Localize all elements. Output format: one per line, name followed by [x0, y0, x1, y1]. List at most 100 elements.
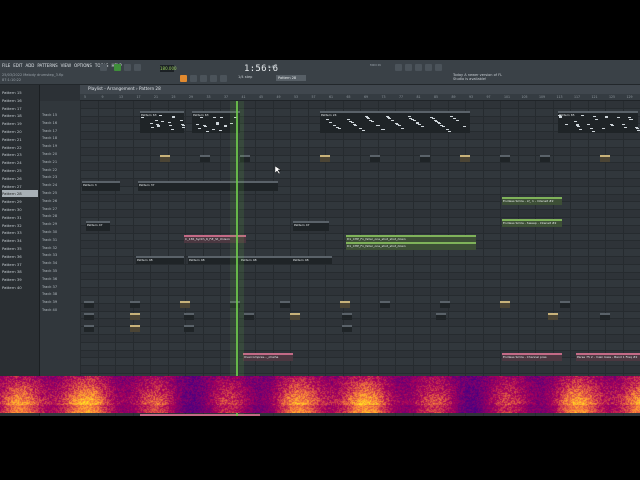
playlist-clip[interactable] — [180, 301, 190, 308]
playlist-clip[interactable] — [184, 313, 194, 320]
playlist-clip[interactable]: Overcompres..._ohwha — [243, 353, 293, 361]
playlist-clip[interactable] — [84, 313, 94, 320]
pattern-list-item[interactable]: Pattern 36 — [2, 253, 38, 260]
news-panel[interactable]: Today A newer version of FL Studio is av… — [453, 73, 503, 81]
track-header[interactable]: Track 27 — [42, 206, 78, 213]
pattern-list-item[interactable]: Pattern 34 — [2, 237, 38, 244]
playlist-clip[interactable] — [130, 313, 140, 320]
pattern-list-item[interactable]: Pattern 20 — [2, 128, 38, 135]
menu-add[interactable]: ADD — [25, 63, 34, 68]
playlist-clip[interactable]: Pattern 65 — [558, 111, 638, 133]
pattern-list-item[interactable]: Pattern 27 — [2, 183, 38, 190]
track-header[interactable]: Track 17 — [42, 128, 78, 135]
playlist-clip[interactable] — [280, 301, 290, 308]
track-header[interactable]: Track 40 — [42, 307, 78, 314]
playlist-clip[interactable] — [340, 301, 350, 308]
pattern-list-item[interactable]: Pattern 19 — [2, 120, 38, 127]
playlist-clip[interactable]: Pattern 37 — [138, 181, 278, 191]
browser-icon[interactable] — [435, 64, 442, 71]
playlist-icon[interactable] — [395, 64, 402, 71]
piano-roll-icon[interactable] — [405, 64, 412, 71]
track-header[interactable]: Track 36 — [42, 276, 78, 283]
play-button[interactable] — [114, 64, 121, 71]
playlist-clip[interactable]: Endless Smile - Sweep - Intensit #2 — [502, 219, 562, 227]
playlist-clip[interactable] — [244, 313, 254, 320]
pattern-list-item[interactable]: Pattern 18 — [2, 112, 38, 119]
track-header[interactable]: Track 19 — [42, 143, 78, 150]
pattern-selector[interactable]: Pattern 28 — [276, 75, 306, 81]
playlist-clip[interactable] — [84, 301, 94, 308]
snap-icon[interactable] — [180, 75, 187, 82]
track-header[interactable]: Track 18 — [42, 135, 78, 142]
menu-view[interactable]: VIEW — [61, 63, 71, 68]
playlist-clip[interactable]: Parse 75 2 - main bass - Band 1 Freq #2 — [576, 353, 640, 361]
pattern-list-item[interactable]: Pattern 22 — [2, 144, 38, 151]
pattern-list-item[interactable]: Pattern 15 — [2, 89, 38, 96]
track-header[interactable]: Track 16 — [42, 120, 78, 127]
playlist-clip[interactable] — [200, 155, 210, 162]
track-header[interactable]: Track 22 — [42, 167, 78, 174]
metronome-icon[interactable] — [190, 75, 197, 82]
playlist-clip[interactable]: Pattern 48 — [292, 256, 332, 264]
track-header[interactable]: Track 35 — [42, 268, 78, 275]
playlist-clip[interactable] — [380, 301, 390, 308]
track-header[interactable]: Track 30 — [42, 229, 78, 236]
playlist-clip[interactable] — [548, 313, 558, 320]
playlist-clip[interactable]: Pattern 47 — [86, 221, 110, 231]
playlist-clip[interactable] — [440, 301, 450, 308]
mixer-icon[interactable] — [425, 64, 432, 71]
playlist-clip[interactable] — [130, 301, 140, 308]
menu-file[interactable]: FILE — [2, 63, 10, 68]
pattern-list-item[interactable]: Pattern 29 — [2, 198, 38, 205]
loop-record-icon[interactable] — [220, 75, 227, 82]
record-button[interactable] — [134, 64, 141, 71]
pattern-list-item[interactable]: Pattern 33 — [2, 229, 38, 236]
pattern-list-item[interactable]: Pattern 28 — [2, 190, 38, 198]
tempo-display[interactable]: 180.000 — [160, 65, 177, 72]
playlist-clip[interactable]: Pattern 48 — [136, 256, 184, 264]
playlist-clip[interactable]: Endless Smile - Lf_ 1 - Intensit #2 — [502, 197, 562, 205]
pattern-list-item[interactable]: Pattern 24 — [2, 159, 38, 166]
playlist-clip[interactable] — [160, 155, 170, 162]
playhead[interactable] — [236, 101, 238, 416]
playlist-clip[interactable] — [436, 313, 446, 320]
pattern-list-item[interactable]: Pattern 38 — [2, 268, 38, 275]
track-header[interactable]: Track 29 — [42, 221, 78, 228]
track-header[interactable]: Track 24 — [42, 182, 78, 189]
stop-button[interactable] — [124, 64, 131, 71]
playlist-clip[interactable]: D1_CHP_Fx_faller_one_shot_shot_down — [346, 242, 476, 250]
track-header[interactable]: Track 25 — [42, 190, 78, 197]
pattern-list-item[interactable]: Pattern 31 — [2, 214, 38, 221]
pattern-list-item[interactable]: Pattern 21 — [2, 136, 38, 143]
pattern-list-item[interactable]: Pattern 25 — [2, 167, 38, 174]
playlist-clip[interactable] — [420, 155, 430, 162]
track-header[interactable]: Track 21 — [42, 159, 78, 166]
track-header[interactable]: Track 28 — [42, 213, 78, 220]
pattern-list-item[interactable]: Pattern 32 — [2, 222, 38, 229]
pattern-list-item[interactable]: Pattern 16 — [2, 97, 38, 104]
playlist-clip[interactable] — [342, 325, 352, 332]
track-header[interactable]: Track 38 — [42, 291, 78, 298]
playlist-clip[interactable] — [600, 155, 610, 162]
menu-patterns[interactable]: PATTERNS — [37, 63, 57, 68]
playlist-clip[interactable] — [500, 301, 510, 308]
pattern-list-item[interactable]: Pattern 30 — [2, 206, 38, 213]
menu-edit[interactable]: EDIT — [13, 63, 22, 68]
pattern-list-item[interactable]: Pattern 37 — [2, 261, 38, 268]
channel-rack-icon[interactable] — [415, 64, 422, 71]
track-header[interactable]: Track 31 — [42, 237, 78, 244]
track-header[interactable]: Track 20 — [42, 151, 78, 158]
playlist-clip[interactable] — [184, 325, 194, 332]
playlist-clip[interactable]: Pattern 47 — [293, 221, 329, 231]
menu-options[interactable]: OPTIONS — [74, 63, 92, 68]
playlist-clip[interactable]: Pattern 3 — [82, 181, 120, 191]
playlist-clip[interactable] — [460, 155, 470, 162]
playlist-clip[interactable]: Endless Smile - Channel pres — [502, 353, 562, 361]
playlist-clip[interactable] — [540, 155, 550, 162]
playlist-clip[interactable] — [320, 155, 330, 162]
pattern-list-item[interactable]: Pattern 26 — [2, 175, 38, 182]
playlist-grid[interactable]: Pattern 63 Pattern 63 Pattern 24 Pattern 65… — [80, 101, 640, 416]
track-header[interactable]: Track 34 — [42, 260, 78, 267]
playlist-clip[interactable] — [500, 155, 510, 162]
pattern-list-item[interactable]: Pattern 35 — [2, 245, 38, 252]
